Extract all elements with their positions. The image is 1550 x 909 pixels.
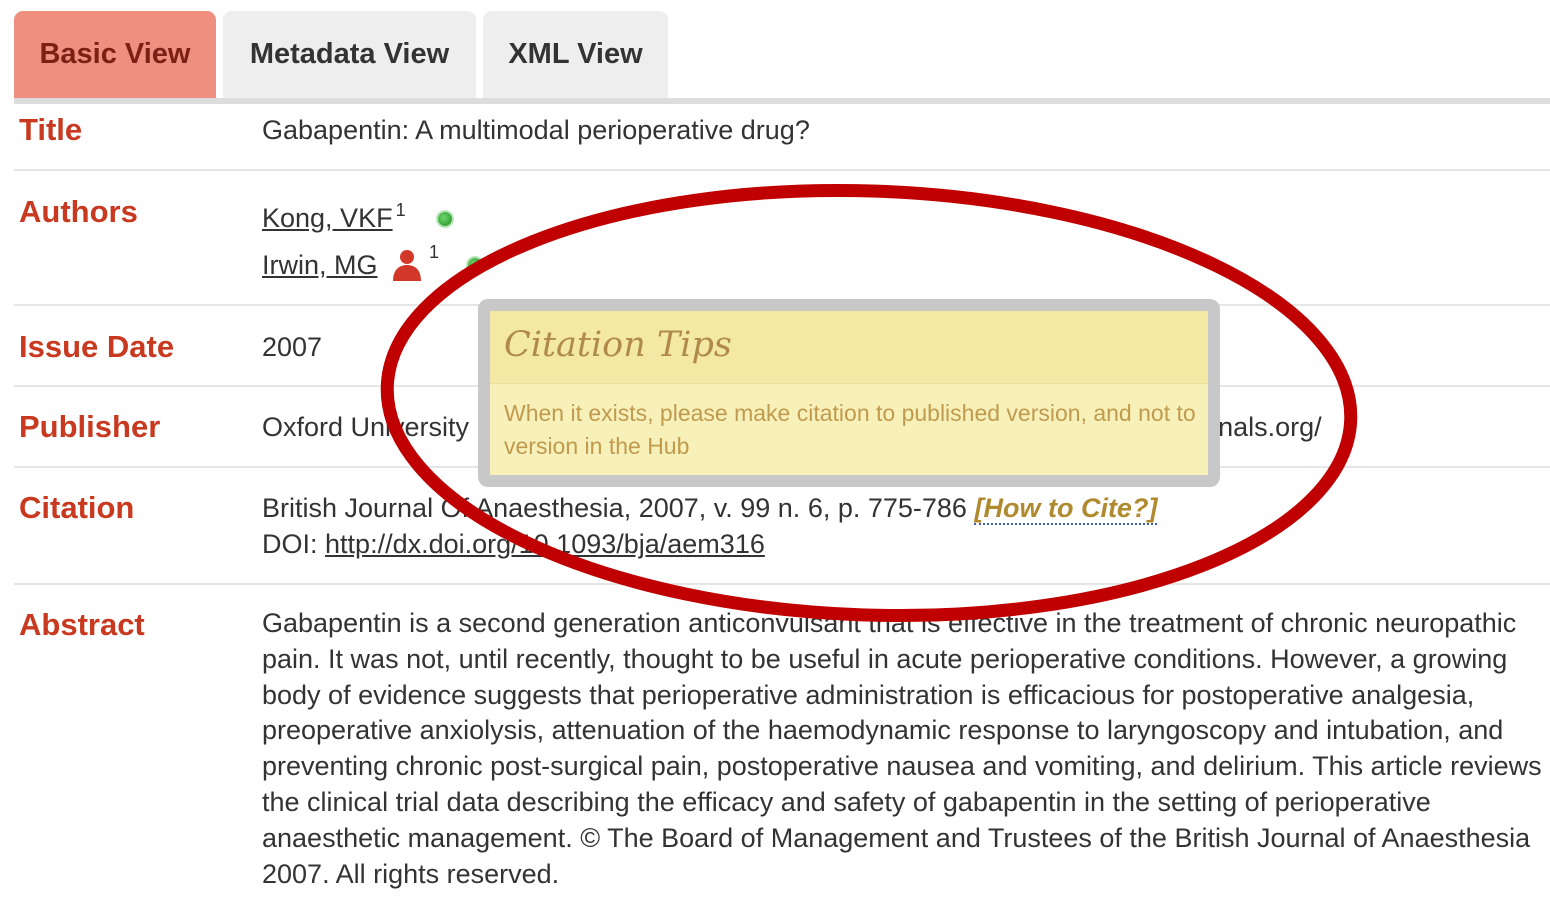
doi-prefix: DOI:: [262, 529, 318, 559]
doi-line: DOI: http://dx.doi.org/10.1093/bja/aem31…: [262, 529, 765, 560]
title-value: Gabapentin: A multimodal perioperative d…: [262, 115, 810, 145]
author-entry: Kong, VKF 1: [262, 200, 406, 234]
abstract-text: Gabapentin is a second generation antico…: [262, 608, 1542, 889]
tooltip-title: Citation Tips: [504, 325, 732, 365]
tab-xml-view[interactable]: XML View: [483, 11, 668, 98]
person-icon[interactable]: [390, 248, 424, 282]
issue-date-label: Issue Date: [19, 329, 175, 364]
item-record-page: Basic View Metadata View XML View Title …: [0, 0, 1550, 909]
tab-metadata-view[interactable]: Metadata View: [223, 11, 476, 98]
abstract-label: Abstract: [19, 607, 145, 642]
row-divider: [14, 169, 1550, 171]
citation-text: British Journal Of Anaesthesia, 2007, v.…: [262, 493, 967, 523]
author-link-kong[interactable]: Kong, VKF: [262, 203, 393, 233]
author-link-irwin[interactable]: Irwin, MG: [262, 250, 378, 280]
green-dot-icon: [438, 212, 452, 226]
row-divider: [14, 583, 1550, 585]
doi-link[interactable]: http://dx.doi.org/10.1093/bja/aem316: [325, 529, 765, 559]
citation-tips-tooltip: Citation Tips When it exists, please mak…: [478, 299, 1220, 487]
issue-date-value: 2007: [262, 332, 323, 362]
author-entry: Irwin, MG: [262, 250, 378, 281]
authors-label: Authors: [19, 194, 138, 229]
how-to-cite-link[interactable]: [How to Cite?]: [974, 493, 1158, 525]
tooltip-body: When it exists, please make citation to …: [504, 400, 1196, 459]
author-affiliation-sup: 1: [395, 200, 406, 220]
title-label: Title: [19, 112, 83, 147]
publisher-label: Publisher: [19, 409, 161, 444]
green-dot-icon: [468, 258, 482, 272]
tab-basic-view[interactable]: Basic View: [14, 11, 216, 98]
tab-underline: [14, 98, 1550, 104]
tooltip-panel: Citation Tips When it exists, please mak…: [490, 311, 1208, 475]
author-affiliation-sup: 1: [429, 242, 440, 262]
citation-value: British Journal Of Anaesthesia, 2007, v.…: [262, 493, 1158, 525]
citation-label: Citation: [19, 490, 135, 525]
